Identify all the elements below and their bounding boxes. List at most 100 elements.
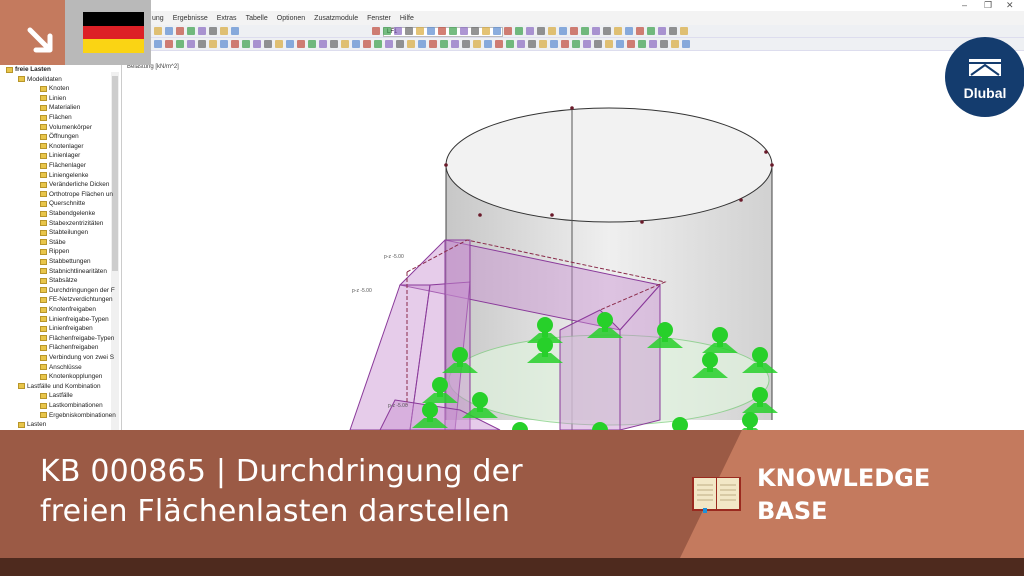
menu-item[interactable]: Optionen [277,15,305,22]
tree-item[interactable]: Flächenlager [40,161,86,170]
menu-item[interactable]: Zusatzmodule [314,15,358,22]
toolbar-button[interactable] [559,27,567,35]
tree-item[interactable]: Verbindung von zwei S [40,353,114,362]
toolbar-button[interactable] [636,27,644,35]
menu-item[interactable]: Tabelle [246,15,268,22]
toolbar-button[interactable] [154,40,162,48]
tree-item[interactable]: Lastkombinationen [40,401,103,410]
tree-item[interactable]: Flächenfreigabe-Typen [40,334,114,343]
toolbar-button[interactable] [427,27,435,35]
tree-item[interactable]: Öffnungen [40,132,79,141]
toolbar-button[interactable] [418,40,426,48]
toolbar-button[interactable] [429,40,437,48]
toolbar-button[interactable] [526,27,534,35]
3d-viewport[interactable]: p-z -5.00 p-z -5.00 p-z -5.00 [122,62,1024,448]
tree-item[interactable]: Knoten [40,84,69,93]
toolbar-button[interactable] [176,27,184,35]
tree-item[interactable]: Rippen [40,247,69,256]
toolbar-button[interactable] [416,27,424,35]
toolbar-button[interactable] [407,40,415,48]
toolbar-button[interactable] [394,27,402,35]
tree-item[interactable]: Flächen [40,113,72,122]
tree-item[interactable]: Stabbettungen [40,257,91,266]
menu-item[interactable]: Hilfe [400,15,414,22]
tree-item[interactable]: Lastfälle [40,391,73,400]
toolbar-button[interactable] [449,27,457,35]
toolbar-button[interactable] [176,40,184,48]
tree-item[interactable]: Stäbe [40,238,66,247]
toolbar-button[interactable] [363,40,371,48]
toolbar-button[interactable] [385,40,393,48]
toolbar-button[interactable] [440,40,448,48]
toolbar-button[interactable] [462,40,470,48]
tree-item[interactable]: Flächenfreigaben [40,343,98,352]
tree-item[interactable]: Materialien [40,103,80,112]
toolbar-button[interactable] [515,27,523,35]
toolbar-button[interactable] [319,40,327,48]
toolbar-button[interactable] [614,27,622,35]
toolbar-button[interactable] [451,40,459,48]
tree-item[interactable]: Linienlager [40,151,80,160]
toolbar-button[interactable] [154,27,162,35]
tree-item[interactable]: Liniengelenke [40,171,88,180]
toolbar-button[interactable] [605,40,613,48]
toolbar-button[interactable] [438,27,446,35]
toolbar-button[interactable] [341,40,349,48]
tree-item[interactable]: Knotenkopplungen [40,372,102,381]
tree-item[interactable]: Durchdringungen der F [40,286,115,295]
toolbar-button[interactable] [495,40,503,48]
toolbar-button[interactable] [669,27,677,35]
tree-item[interactable]: Anschlüsse [40,363,82,372]
tree-item[interactable]: Veränderliche Dicken [40,180,109,189]
toolbar-button[interactable] [682,40,690,48]
toolbar-button[interactable] [297,40,305,48]
tree-item[interactable]: FE-Netzverdichtungen [40,295,113,304]
tree-item[interactable]: Linienfreigaben [40,324,93,333]
toolbar-button[interactable] [517,40,525,48]
menu-item[interactable]: ung [152,15,164,22]
tree-item[interactable]: Stabteilungen [40,228,88,237]
toolbar-button[interactable] [583,40,591,48]
toolbar-button[interactable] [649,40,657,48]
toolbar-button[interactable] [209,27,217,35]
toolbar-button[interactable] [220,40,228,48]
toolbar-button[interactable] [383,27,391,35]
toolbar-button[interactable] [198,40,206,48]
toolbar-button[interactable] [374,40,382,48]
toolbar-button[interactable] [187,27,195,35]
tree-item[interactable]: Lasten [18,420,46,429]
maximize-icon[interactable]: ❐ [984,0,992,11]
toolbar-button[interactable] [548,27,556,35]
toolbar-button[interactable] [165,27,173,35]
close-icon[interactable]: ✕ [1006,0,1014,11]
toolbar-button[interactable] [473,40,481,48]
toolbar-button[interactable] [372,27,380,35]
toolbar-button[interactable] [231,27,239,35]
toolbar-button[interactable] [592,27,600,35]
toolbar-button[interactable] [187,40,195,48]
toolbar-button[interactable] [460,27,468,35]
toolbar-button[interactable] [484,40,492,48]
toolbar-button[interactable] [330,40,338,48]
toolbar-button[interactable] [581,27,589,35]
toolbar-button[interactable] [242,40,250,48]
toolbar-button[interactable] [308,40,316,48]
tree-item[interactable]: Querschnitte [40,199,85,208]
toolbar-button[interactable] [658,27,666,35]
toolbar-button[interactable] [220,27,228,35]
tree-item[interactable]: freie Lasten [6,65,51,74]
tree-item[interactable]: Knotenfreigaben [40,305,96,314]
toolbar-button[interactable] [561,40,569,48]
toolbar-button[interactable] [264,40,272,48]
tree-item[interactable]: Volumenkörper [40,123,92,132]
tree-item[interactable]: Stabsätze [40,276,77,285]
toolbar-button[interactable] [594,40,602,48]
toolbar-button[interactable] [493,27,501,35]
toolbar-button[interactable] [286,40,294,48]
menu-item[interactable]: Fenster [367,15,391,22]
tree-item[interactable]: Orthotrope Flächen un [40,190,113,199]
toolbar-button[interactable] [405,27,413,35]
toolbar-button[interactable] [572,40,580,48]
tree-item[interactable]: Linien [40,94,66,103]
toolbar-button[interactable] [352,40,360,48]
